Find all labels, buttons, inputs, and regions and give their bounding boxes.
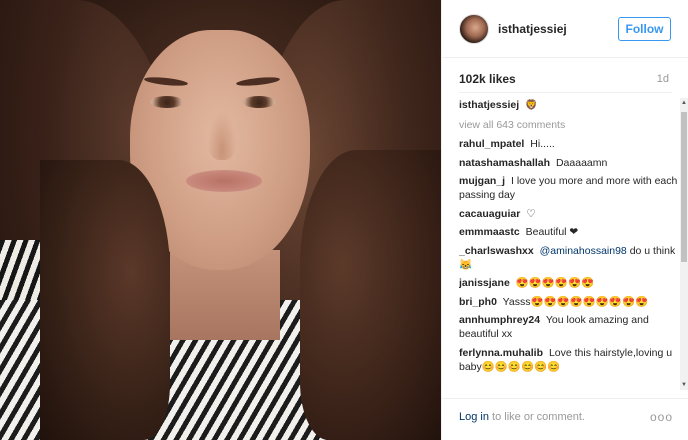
comments-scrollbar[interactable] [680, 98, 688, 390]
comment-username[interactable]: ferlynna.muhalib [459, 347, 543, 359]
follow-button[interactable]: Follow [618, 17, 671, 41]
comment-text: Daaaaamn [555, 156, 608, 169]
caption: isthatjessiej 🦁 [459, 98, 681, 113]
post-photo[interactable] [0, 0, 441, 440]
post-time[interactable]: 1d [657, 73, 669, 85]
comment-username[interactable]: mujgan_j [459, 175, 505, 187]
comment-username[interactable]: _charlswashxx [459, 245, 534, 257]
view-all-comments-link[interactable]: view all 643 comments [459, 119, 681, 131]
post-footer: Log in to like or comment. ooo [442, 398, 688, 440]
comment-item: rahul_mpatel Hi..... [459, 137, 681, 151]
comment-username[interactable]: bri_ph0 [459, 296, 497, 308]
login-prompt-text: to like or comment. [488, 411, 585, 423]
comment-item: cacauaguiar ♡ [459, 207, 681, 221]
comment-username[interactable]: annhumphrey24 [459, 314, 540, 326]
comment-item: emmmaastc Beautiful ❤ [459, 225, 681, 239]
comment-text: ♡ [526, 207, 536, 220]
comment-text: Yasss😍😍😍😍😍😍😍😍😍 [502, 295, 649, 308]
comment-item: bri_ph0 Yasss😍😍😍😍😍😍😍😍😍 [459, 295, 681, 309]
comment-item: janissjane 😍😍😍😍😍😍 [459, 276, 681, 290]
comment-text: Hi..... [530, 138, 555, 150]
photo-hair-over-right [300, 150, 441, 440]
photo-hair-over-left [40, 160, 170, 440]
username-link[interactable]: isthatjessiej [498, 22, 567, 36]
comment-mention-link[interactable]: @aminahossain98 [540, 245, 627, 257]
login-prompt: Log in to like or comment. [459, 411, 585, 423]
comment-text: Beautiful ❤ [525, 226, 579, 238]
scroll-down-arrow-icon[interactable]: ▼ [680, 380, 688, 390]
photo-lips [186, 170, 262, 192]
comment-username[interactable]: janissjane [459, 277, 510, 289]
photo-nose [207, 110, 237, 160]
photo-eye-right [242, 96, 276, 108]
comment-item: natashamashallah Daaaaamn [459, 156, 681, 170]
comment-username[interactable]: natashamashallah [459, 157, 550, 169]
likes-count[interactable]: 102k likes [459, 72, 516, 86]
caption-username[interactable]: isthatjessiej [459, 99, 519, 111]
login-link[interactable]: Log in [459, 411, 489, 423]
comment-username[interactable]: cacauaguiar [459, 208, 520, 220]
more-options-icon[interactable]: ooo [650, 410, 673, 424]
scrollbar-thumb[interactable] [681, 112, 687, 262]
comment-item: _charlswashxx @aminahossain98 do u think… [459, 244, 681, 272]
post-header: isthatjessiej Follow [442, 0, 688, 58]
scroll-up-arrow-icon[interactable]: ▲ [680, 98, 688, 108]
avatar[interactable] [459, 14, 489, 44]
post-side-panel: isthatjessiej Follow 102k likes 1d istha… [441, 0, 688, 440]
divider [459, 92, 672, 93]
comment-item: annhumphrey24 You look amazing and beaut… [459, 313, 681, 341]
comment-username[interactable]: rahul_mpatel [459, 138, 524, 150]
comment-item: mujgan_j I love you more and more with e… [459, 174, 681, 202]
comments-list[interactable]: isthatjessiej 🦁 view all 643 comments ra… [459, 98, 681, 390]
comment-username[interactable]: emmmaastc [459, 226, 520, 238]
comment-item: ferlynna.muhalib Love this hairstyle,lov… [459, 346, 681, 374]
photo-eye-left [150, 96, 184, 108]
comment-text: 😍😍😍😍😍😍 [515, 277, 595, 289]
caption-text: 🦁 [525, 100, 538, 111]
